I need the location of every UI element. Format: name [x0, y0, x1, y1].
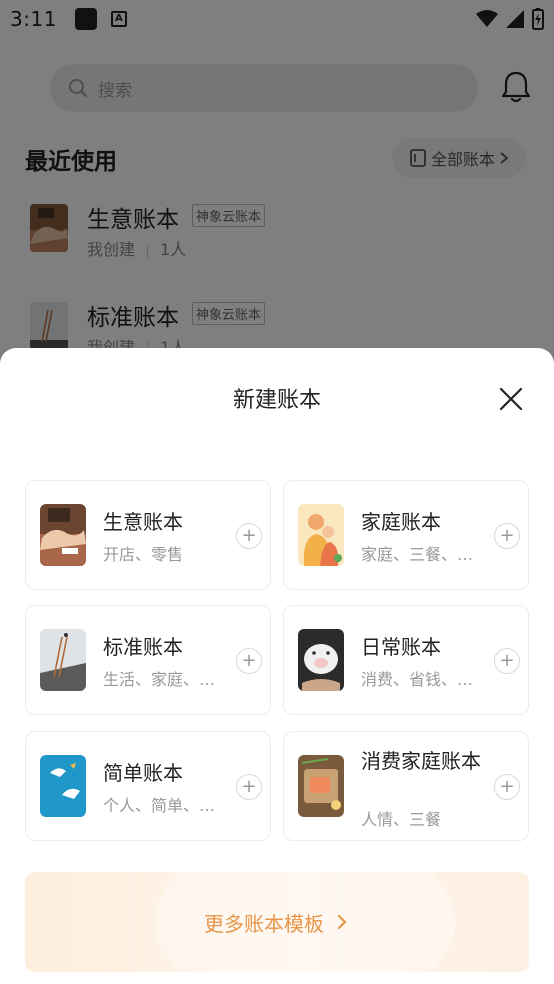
add-icon[interactable]: + — [236, 774, 262, 800]
template-desc: 个人、简单、… — [103, 796, 216, 815]
template-desc: 消费、省钱、… — [361, 670, 474, 689]
template-thumbnail — [40, 504, 86, 566]
template-desc: 人情、三餐 — [361, 810, 442, 829]
more-templates-button[interactable]: 更多账本模板 — [25, 872, 529, 972]
close-icon[interactable] — [496, 384, 526, 414]
template-thumbnail — [298, 629, 344, 691]
template-thumbnail — [40, 755, 86, 817]
template-name: 标准账本 — [103, 635, 183, 659]
template-name: 简单账本 — [103, 761, 183, 785]
template-name: 消费家庭账本 — [361, 749, 481, 773]
add-icon[interactable]: + — [236, 648, 262, 674]
template-card-simple[interactable]: 简单账本 个人、简单、… + — [25, 731, 271, 841]
add-icon[interactable]: + — [494, 648, 520, 674]
template-card-standard[interactable]: 标准账本 生活、家庭、… + — [25, 605, 271, 715]
template-thumbnail — [40, 629, 86, 691]
template-card-business[interactable]: 生意账本 开店、零售 + — [25, 480, 271, 590]
add-icon[interactable]: + — [494, 774, 520, 800]
add-icon[interactable]: + — [494, 523, 520, 549]
template-desc: 家庭、三餐、… — [361, 545, 474, 564]
template-card-daily[interactable]: 日常账本 消费、省钱、… + — [283, 605, 529, 715]
template-card-consumer-family[interactable]: 消费家庭账本 人情、三餐 + — [283, 731, 529, 841]
template-name: 生意账本 — [103, 510, 183, 534]
template-desc: 生活、家庭、… — [103, 670, 216, 689]
template-thumbnail — [298, 755, 344, 817]
template-thumbnail — [298, 504, 344, 566]
chevron-right-icon — [337, 914, 347, 930]
sheet-title: 新建账本 — [232, 388, 321, 413]
template-name: 家庭账本 — [361, 510, 441, 534]
template-card-family[interactable]: 家庭账本 家庭、三餐、… + — [283, 480, 529, 590]
template-name: 日常账本 — [361, 635, 441, 659]
more-templates-label: 更多账本模板 — [204, 911, 324, 936]
add-icon[interactable]: + — [236, 523, 262, 549]
template-desc: 开店、零售 — [103, 545, 184, 564]
new-book-sheet: 新建账本 生意账本 开店、零售 + 家庭账本 家庭、三餐、… + 标准账本 生活… — [0, 348, 554, 984]
